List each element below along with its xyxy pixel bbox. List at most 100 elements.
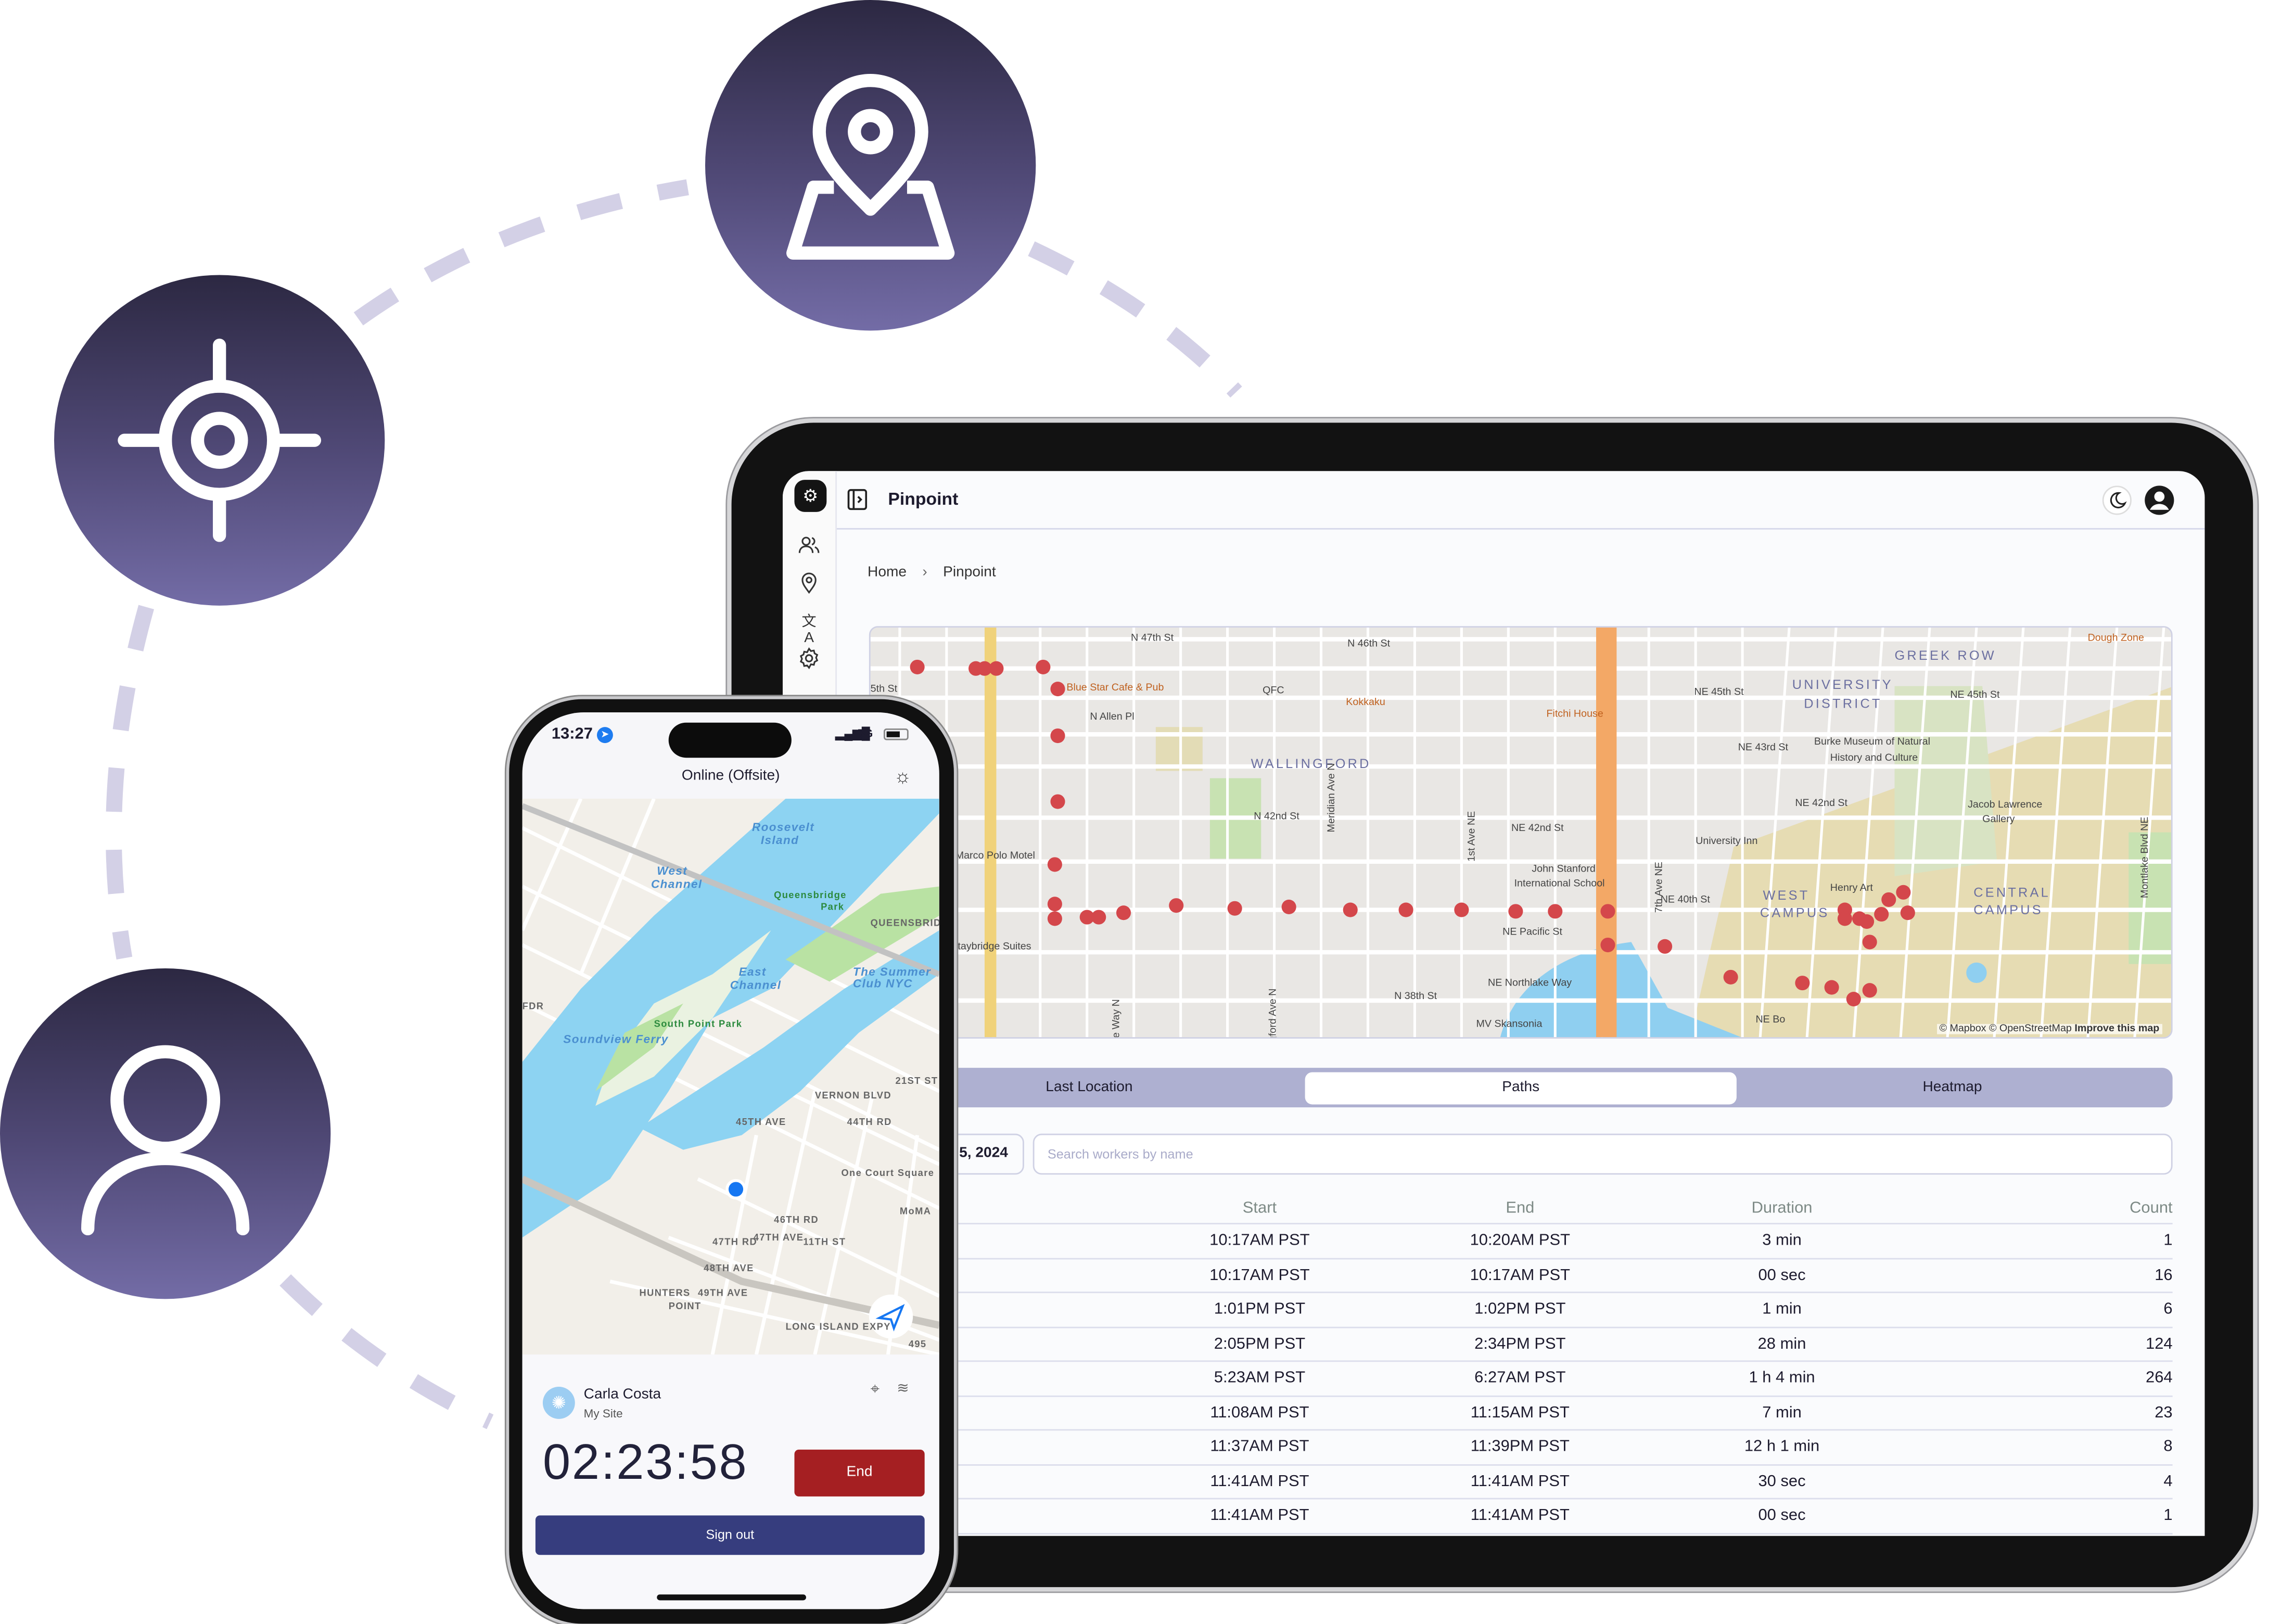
phone-map-label: One Court Square xyxy=(841,1169,935,1179)
app-header: Pinpoint xyxy=(837,471,2205,530)
phone-map[interactable]: Roosevelt Island West Channel Queensbridge Pa… xyxy=(522,798,939,1355)
path-point[interactable] xyxy=(1881,892,1896,907)
network-label: 5G xyxy=(857,727,873,740)
table-row[interactable]: 10:17AM PST 10:20AM PST 3 min 1 xyxy=(782,1224,2173,1259)
path-point[interactable] xyxy=(1281,899,1296,914)
path-point[interactable] xyxy=(1859,914,1875,929)
brightness-icon[interactable]: ☼ xyxy=(894,765,912,787)
cell-duration: 28 min xyxy=(1757,1335,1806,1353)
header-end[interactable]: End xyxy=(1506,1199,1534,1217)
path-point[interactable] xyxy=(1047,857,1062,872)
cell-count: 23 xyxy=(2155,1404,2173,1422)
header-duration[interactable]: Duration xyxy=(1752,1199,1813,1217)
map-label: Kokkaku xyxy=(1346,697,1385,708)
phone-map-label: 44TH RD xyxy=(847,1117,892,1128)
path-point[interactable] xyxy=(1050,794,1065,809)
path-point[interactable] xyxy=(1047,897,1062,912)
table-row[interactable]: 11:41AM PST 11:41AM PST 30 sec 4 xyxy=(782,1465,2173,1500)
phone-map-label: 11TH ST xyxy=(803,1237,846,1248)
table-row[interactable]: 11:41AM PST 11:41AM PST 00 sec 1 xyxy=(782,1499,2173,1534)
path-point[interactable] xyxy=(1169,898,1184,913)
phone-map-label: QUEENSBRIDGE xyxy=(870,918,939,929)
table-row[interactable]: 5:23AM PST 6:27AM PST 1 h 4 min 264 xyxy=(782,1362,2173,1397)
map-label: NE Pacific St xyxy=(1502,927,1562,938)
map-label: N 42nd St xyxy=(1254,812,1299,822)
location-arrow-icon: ➤ xyxy=(596,727,613,744)
path-point[interactable] xyxy=(1862,983,1877,998)
path-point[interactable] xyxy=(1050,682,1065,697)
users-icon[interactable] xyxy=(797,534,821,557)
path-point[interactable] xyxy=(1091,910,1106,925)
map-label: GREEK ROW xyxy=(1894,648,1996,663)
attribution-text[interactable]: © Mapbox © OpenStreetMap xyxy=(1940,1024,2072,1034)
phone-map-label: South Point Park xyxy=(654,1019,743,1030)
translate-icon[interactable]: 文A xyxy=(797,608,821,647)
path-point[interactable] xyxy=(1723,969,1738,984)
dynamic-island xyxy=(668,722,792,758)
path-point[interactable] xyxy=(1600,904,1615,919)
table-row[interactable]: 10:17AM PST 10:17AM PST 00 sec 16 xyxy=(782,1259,2173,1294)
path-point[interactable] xyxy=(910,659,925,674)
map-label: Henry Art xyxy=(1830,883,1873,894)
moon-icon[interactable] xyxy=(2102,485,2132,515)
path-point[interactable] xyxy=(1846,991,1861,1007)
end-shift-button[interactable]: End xyxy=(794,1449,925,1497)
settings-icon[interactable] xyxy=(797,647,821,670)
map-label: NE 45th St xyxy=(1694,687,1744,698)
path-point[interactable] xyxy=(1900,905,1915,920)
path-point[interactable] xyxy=(1896,885,1911,900)
path-point[interactable] xyxy=(1548,904,1563,919)
shift-panel: ✺ Carla Costa My Site ⌖ ≋ 02:23:58 End S… xyxy=(522,1354,939,1609)
path-point[interactable] xyxy=(989,661,1004,676)
path-point[interactable] xyxy=(1837,911,1852,926)
search-workers-input[interactable]: Search workers by name xyxy=(1033,1133,2173,1175)
path-point[interactable] xyxy=(1036,659,1051,674)
map-label: N 47th St xyxy=(1131,633,1174,644)
phone-map-label: LONG ISLAND EXPY xyxy=(785,1322,891,1333)
location-icon[interactable] xyxy=(797,570,821,594)
account-icon[interactable] xyxy=(2143,484,2175,517)
table-row[interactable]: 11:37AM PST 11:39PM PST 12 h 1 min 8 xyxy=(782,1430,2173,1465)
table-row[interactable]: 1:01PM PST 1:02PM PST 1 min 6 xyxy=(782,1293,2173,1328)
phone-map-label: Channel xyxy=(730,978,782,992)
table-row[interactable]: 11:08AM PST 11:15AM PST 7 min 23 xyxy=(782,1396,2173,1431)
paths-map[interactable]: N 47th St N 46th St Blue Star Cafe & Pub QF… xyxy=(869,626,2173,1039)
path-point[interactable] xyxy=(1862,935,1877,950)
tab-paths[interactable]: Paths xyxy=(1305,1071,1737,1104)
path-point[interactable] xyxy=(1227,901,1242,916)
path-point[interactable] xyxy=(1795,976,1810,991)
map-label: NE 42nd St xyxy=(1795,798,1848,809)
path-point[interactable] xyxy=(1050,728,1065,744)
path-point[interactable] xyxy=(1600,937,1615,953)
map-label: NE 42nd St xyxy=(1511,823,1564,834)
improve-map-link[interactable]: Improve this map xyxy=(2074,1024,2159,1034)
path-point[interactable] xyxy=(1824,980,1839,995)
map-label: N 46th St xyxy=(1347,639,1391,650)
phone-map-label: Roosevelt xyxy=(751,821,815,834)
cell-start: 5:23AM PST xyxy=(1214,1369,1306,1387)
header-count[interactable]: Count xyxy=(2130,1199,2173,1217)
shift-timer: 02:23:58 xyxy=(542,1435,748,1491)
path-point[interactable] xyxy=(1343,902,1358,917)
path-point[interactable] xyxy=(1116,905,1131,920)
sidebar-toggle-icon[interactable] xyxy=(847,489,868,510)
map-label: Staybridge Suites xyxy=(951,942,1031,953)
map-label: WEST xyxy=(1763,888,1810,903)
phone-map-label: MoMA xyxy=(899,1207,932,1217)
table-row[interactable]: 2:05PM PST 2:34PM PST 28 min 124 xyxy=(782,1327,2173,1362)
phone-map-label: 46TH RD xyxy=(774,1216,819,1226)
tablet-screen: ⚙ 文A Pinpoint Home › Pinpoint N 47th St … xyxy=(782,471,2205,1536)
path-point[interactable] xyxy=(1047,911,1062,926)
breadcrumb-home[interactable]: Home xyxy=(868,565,907,581)
path-point[interactable] xyxy=(1508,904,1523,919)
cell-count: 6 xyxy=(2163,1300,2173,1319)
path-point[interactable] xyxy=(1454,902,1469,917)
path-point[interactable] xyxy=(1658,939,1673,954)
header-start[interactable]: Start xyxy=(1243,1199,1277,1217)
path-point[interactable] xyxy=(1398,902,1413,917)
tab-heatmap[interactable]: Heatmap xyxy=(1737,1071,2168,1104)
cell-count: 264 xyxy=(2146,1369,2173,1387)
logo-icon[interactable]: ⚙ xyxy=(794,480,827,512)
path-point[interactable] xyxy=(1874,906,1889,922)
sign-out-button[interactable]: Sign out xyxy=(535,1515,925,1555)
